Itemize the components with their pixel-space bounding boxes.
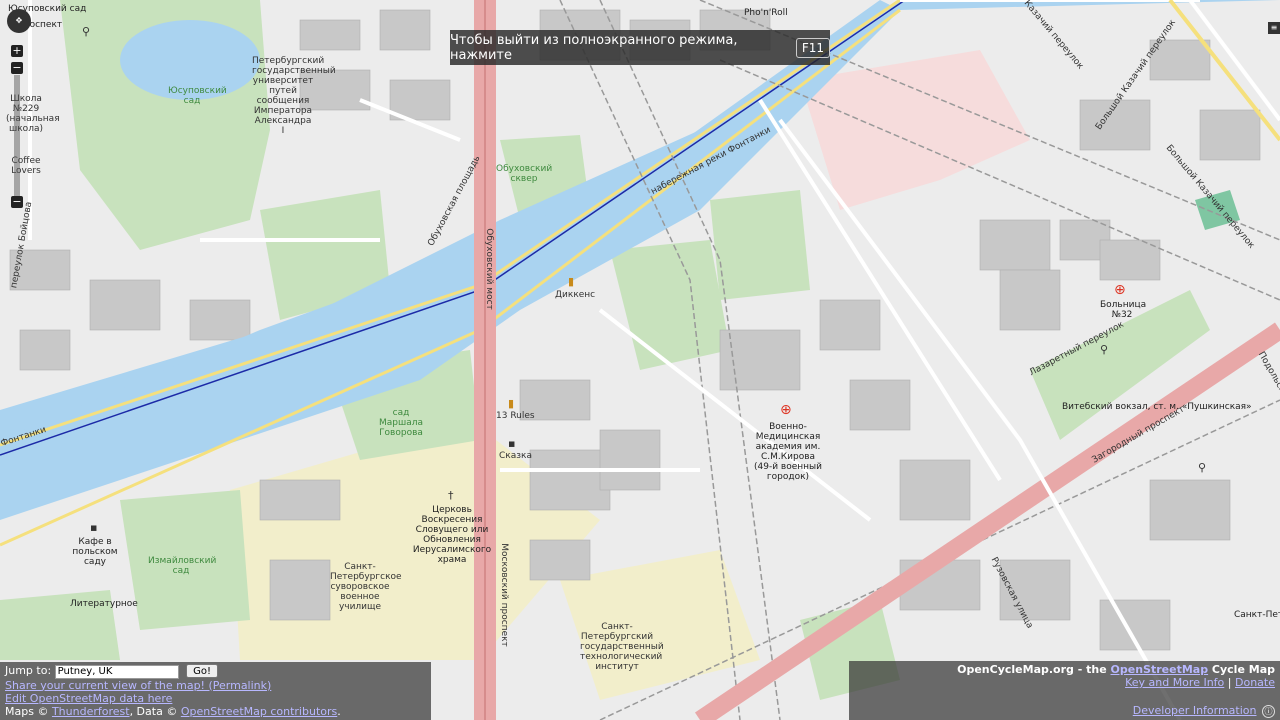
key-info-link[interactable]: Key and More Info bbox=[1125, 676, 1224, 689]
label-hospital: Больница №32 bbox=[1100, 300, 1147, 320]
hospital-icon: ⊕ bbox=[780, 402, 792, 418]
attr-end: . bbox=[337, 704, 341, 718]
label-yusupov-garden: Юсуповский сад bbox=[168, 86, 227, 106]
beer-icon: ▮ bbox=[508, 397, 515, 410]
edit-osm-link[interactable]: Edit OpenStreetMap data here bbox=[5, 692, 172, 705]
label-moskovsky: Московский проспект bbox=[498, 543, 509, 647]
zoom-control: ✥ + − − bbox=[5, 5, 31, 215]
title-suffix: Cycle Map bbox=[1211, 663, 1275, 676]
label-skazka: Сказка bbox=[499, 451, 532, 461]
layer-switcher-icon[interactable]: ≡ bbox=[1268, 22, 1280, 34]
map-tiles bbox=[0, 0, 1280, 720]
label-cafe: Кафе в польском саду bbox=[72, 537, 118, 567]
label-sankt-right: Санкт-Петербург bbox=[1234, 610, 1280, 620]
permalink-link[interactable]: Share your current view of the map! (Per… bbox=[5, 679, 271, 692]
label-obukhovsky-sq: Обуховский сквер bbox=[496, 164, 553, 184]
beer-icon: ▮ bbox=[568, 275, 575, 288]
developer-info-link[interactable]: Developer Information bbox=[1133, 704, 1257, 717]
thunderforest-link[interactable]: Thunderforest bbox=[52, 705, 130, 718]
zoom-out-button[interactable]: − bbox=[11, 196, 23, 208]
label-tech-inst: Санкт-Петербургский государственный техн… bbox=[580, 622, 664, 672]
map-canvas[interactable]: Юсуповский сад проспект Pho'n'Roll Юсупо… bbox=[0, 0, 1280, 720]
jump-input[interactable] bbox=[54, 664, 179, 679]
label-obukhovsky-most: Обуховский мост bbox=[483, 228, 494, 310]
attr-prefix: Maps © bbox=[5, 704, 49, 718]
label-military-med: Военно-Медицинская академия им. С.М.Киро… bbox=[754, 422, 822, 482]
label-izmailovsky: Измайловский сад bbox=[148, 556, 217, 576]
zoom-in-button[interactable]: + bbox=[11, 45, 23, 57]
footer-right-panel: OpenCycleMap.org - the OpenStreetMap Cyc… bbox=[849, 661, 1280, 720]
donate-link[interactable]: Donate bbox=[1235, 676, 1275, 689]
go-button[interactable]: Go! bbox=[186, 664, 219, 678]
toilets-icon: ⚲ bbox=[1100, 343, 1109, 356]
jump-label: Jump to: bbox=[5, 664, 52, 677]
osm-link[interactable]: OpenStreetMap bbox=[1111, 663, 1209, 676]
label-church: Церковь Воскресения Словущего или Обновл… bbox=[412, 505, 492, 565]
cross-icon: † bbox=[448, 489, 454, 502]
zoom-slider-track[interactable] bbox=[14, 75, 20, 203]
cup-icon: ▪ bbox=[90, 521, 98, 534]
fullscreen-notice-text: Чтобы выйти из полноэкранного режима, на… bbox=[450, 32, 738, 63]
label-literaturnoe: Литературное bbox=[70, 599, 138, 609]
zoom-mid-button[interactable]: − bbox=[11, 62, 23, 74]
label-pho-n-roll: Pho'n'Roll bbox=[744, 8, 788, 18]
footer-left-panel: Jump to: Go! Share your current view of … bbox=[0, 662, 431, 720]
fullscreen-key: F11 bbox=[795, 37, 830, 58]
label-13-rules: 13 Rules bbox=[496, 411, 535, 421]
attr-mid: , Data © bbox=[129, 704, 178, 718]
fullscreen-notice: Чтобы выйти из полноэкранного режима, на… bbox=[450, 30, 830, 65]
label-suvorov: Санкт-Петербургское суворовское военное … bbox=[330, 562, 402, 612]
label-marshal-garden: сад Маршала Говорова bbox=[378, 408, 423, 438]
title-prefix: OpenCycleMap.org - the bbox=[957, 663, 1107, 676]
pan-icon[interactable]: ✥ bbox=[7, 9, 31, 33]
toilets-icon: ⚲ bbox=[1198, 461, 1207, 474]
hospital-icon: ⊕ bbox=[1114, 282, 1126, 298]
label-vitebsky: Витебский вокзал, ст. м. «Пушкинская» bbox=[1062, 402, 1252, 412]
info-icon[interactable]: ⓘ bbox=[1262, 705, 1275, 718]
label-dickens: Диккенс bbox=[555, 290, 596, 300]
label-university: Петербургский государственный университе… bbox=[252, 56, 336, 136]
osm-contributors-link[interactable]: OpenStreetMap contributors bbox=[181, 705, 337, 718]
toilets-icon: ⚲ bbox=[82, 25, 91, 38]
cup-icon: ▪ bbox=[508, 437, 516, 450]
separator: | bbox=[1227, 676, 1232, 689]
